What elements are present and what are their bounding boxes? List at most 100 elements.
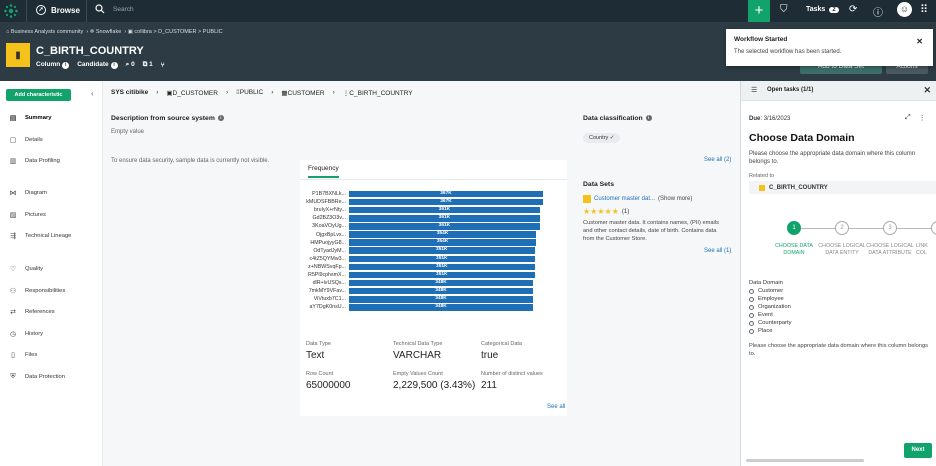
panel-title: Open tasks (1/1) (767, 87, 814, 93)
sidebar-item-data-protection[interactable]: ⛨ Data Protection (9, 373, 65, 381)
stat-value: 65000000 (306, 380, 351, 391)
sidebar-item-references[interactable]: ⇄ References (9, 308, 55, 316)
radio-employee[interactable]: Employee (749, 296, 784, 302)
responsibilities-icon: ⚇ (9, 288, 17, 295)
bar-value-label: 351K (436, 247, 448, 253)
related-asset[interactable]: C_BIRTH_COUNTRY (749, 181, 936, 194)
radio-customer[interactable]: Customer (749, 288, 783, 294)
bar-category-label: OdTyadJyM... (313, 247, 346, 254)
sidebar-item-responsibilities[interactable]: ⚇ Responsibilities (9, 287, 65, 295)
toast-message: The selected workflow has been started. (734, 49, 842, 55)
sidebar-item-data-profiling[interactable]: ▥ Data Profiling (9, 157, 60, 165)
frequency-bar[interactable]: 351K (349, 263, 535, 271)
close-icon[interactable]: ✕ (923, 85, 931, 96)
create-button[interactable]: + (748, 0, 770, 22)
frequency-bar[interactable]: 367K (349, 198, 543, 206)
breadcrumb-table[interactable]: ▦CUSTOMER (281, 89, 324, 97)
sidebar-item-files[interactable]: ▯ Files (9, 351, 37, 359)
sidebar-item-technical-lineage[interactable]: ⇶ Technical Lineage (9, 232, 71, 240)
bar-value-label: 361K (438, 223, 451, 229)
breadcrumb-path[interactable]: collibra > D_CUSTOMER > PUBLIC (134, 29, 222, 35)
avatar[interactable]: ☺ (897, 2, 912, 17)
more-icon[interactable]: ⋮ (919, 114, 926, 122)
close-icon[interactable]: ✕ (916, 37, 923, 46)
breadcrumb-system[interactable]: SYS citibike (111, 89, 148, 97)
classification-chip[interactable]: Country ✓ (583, 133, 621, 143)
frequency-bar[interactable]: 351K (349, 271, 535, 279)
tasks-button[interactable]: Tasks 2 (806, 6, 839, 13)
basket-icon[interactable]: ⛉ (780, 4, 788, 15)
breadcrumb-database[interactable]: ▣D_CUSTOMER (166, 89, 218, 97)
quality-icon: ♡ (9, 266, 17, 273)
description-title: Description from source system i (111, 115, 224, 122)
frequency-bar[interactable]: 367K (349, 190, 543, 198)
radio-place[interactable]: Place (749, 328, 773, 334)
sidebar-item-details[interactable]: ▢ Details (9, 136, 43, 144)
info-icon[interactable]: i (62, 62, 70, 69)
apps-grid-icon[interactable]: ⠿ (920, 3, 928, 16)
sidebar: Add characteristic ‹ ▤ Summary ▢ Details ▥… (0, 81, 103, 466)
bar-category-label: aY7DgK0nsU... (309, 304, 346, 311)
chevron-left-icon[interactable]: ‹ (91, 89, 94, 98)
stat-value: Text (306, 350, 325, 361)
radio-counterparty[interactable]: Counterparty (749, 320, 792, 326)
frequency-bar[interactable]: 351K (349, 247, 535, 254)
tasks-label: Tasks (806, 6, 826, 13)
compass-icon: ➚ (36, 5, 46, 15)
frequency-bar[interactable]: 361K (349, 223, 540, 230)
bar-value-label: 361K (438, 215, 451, 221)
hierarchy-icon[interactable]: ⑂ (161, 62, 165, 69)
see-all-datasets-link[interactable]: See all (1) (704, 248, 731, 254)
panel-actions: ⤢ ⋮ (905, 114, 926, 122)
refresh-icon[interactable]: ⟳ (849, 4, 857, 15)
radio-organization[interactable]: Organization (749, 304, 791, 310)
show-more-link[interactable]: (Show more) (658, 196, 692, 202)
tab-frequency[interactable]: Frequency (308, 165, 339, 178)
see-all-link[interactable]: See all (547, 404, 565, 410)
collibra-logo-icon[interactable] (3, 3, 19, 19)
divider (86, 0, 87, 22)
frequency-bar[interactable]: 351K (349, 255, 535, 263)
breadcrumb-community[interactable]: Business Analysts community (11, 29, 83, 35)
asset-breadcrumb: SYS citibike › ▣D_CUSTOMER › ⁞⁞PUBLIC › ▦CU… (111, 89, 413, 97)
breadcrumb-domain[interactable]: Snowflake (96, 29, 121, 35)
info-icon[interactable]: i (110, 62, 118, 69)
dataset-item[interactable]: Customer master dat... (Show more) (583, 195, 692, 203)
search-bar[interactable]: Search (95, 4, 134, 14)
sidebar-item-diagram[interactable]: ⋈ Diagram (9, 189, 47, 197)
sidebar-item-history[interactable]: ◷ History (9, 330, 43, 338)
sidebar-item-summary[interactable]: ▤ Summary (9, 114, 52, 122)
frequency-bar[interactable]: 361K (349, 215, 540, 222)
frequency-bar[interactable]: 354K (349, 231, 537, 238)
frequency-bar[interactable]: 348K (349, 304, 533, 311)
page-title: C_BIRTH_COUNTRY (36, 45, 144, 57)
see-all-classification-link[interactable]: See all (2) (704, 157, 731, 163)
horizontal-scrollbar[interactable] (746, 459, 864, 462)
frequency-bar[interactable]: 354K (349, 239, 537, 246)
frequency-bar[interactable]: 361K (349, 206, 540, 214)
expand-icon[interactable]: ⤢ (905, 114, 911, 122)
radio-event[interactable]: Event (749, 312, 773, 318)
stat-label: Technical Data Type (393, 341, 443, 347)
next-button[interactable]: Next (904, 443, 932, 458)
comments-count[interactable]: ⌕ 0 (126, 61, 135, 69)
info-icon[interactable]: i (217, 115, 224, 122)
frequency-bar[interactable]: 348K (349, 279, 533, 287)
help-icon[interactable]: ⓘ (873, 4, 883, 19)
sidebar-item-pictures[interactable]: ▨ Pictures (9, 211, 46, 219)
bar-row: c4tZ5QYMw3... 351K (300, 255, 535, 263)
column-icon (759, 184, 765, 191)
info-icon[interactable]: i (645, 115, 652, 122)
breadcrumb-schema[interactable]: ⁞⁞PUBLIC (236, 89, 263, 97)
search-input[interactable]: Search (113, 6, 134, 13)
dataset-link[interactable]: Customer master dat... (594, 196, 655, 202)
datasets-title: Data Sets (583, 181, 614, 188)
references-icon: ⇄ (10, 309, 16, 316)
asset-status: Candidate i (77, 61, 118, 69)
add-characteristic-button[interactable]: Add characteristic (6, 89, 71, 101)
browse-button[interactable]: ➚ Browse (36, 5, 80, 15)
sidebar-item-quality[interactable]: ♡ Quality (9, 265, 43, 273)
frequency-bar[interactable]: 348K (349, 287, 533, 295)
relations-count[interactable]: ⧉ 1 (143, 61, 153, 69)
frequency-bar[interactable]: 348K (349, 296, 533, 303)
